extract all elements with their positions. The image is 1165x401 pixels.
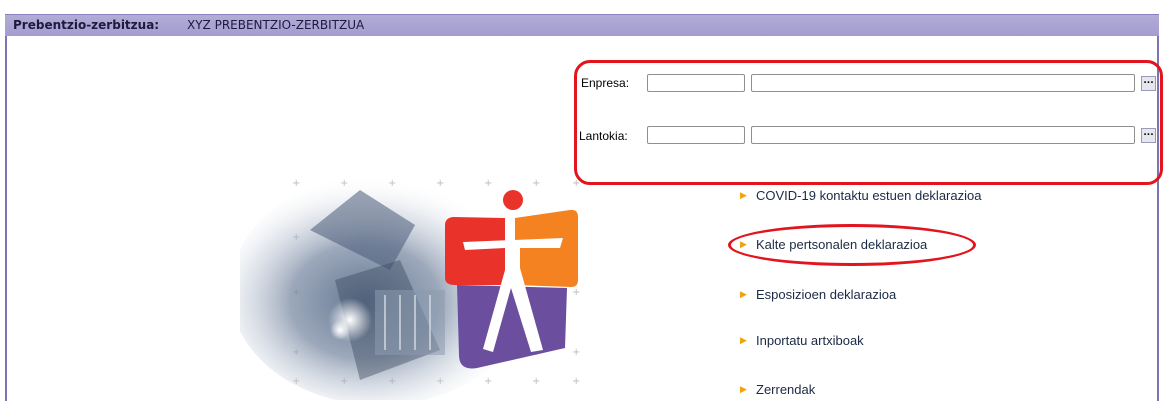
hero-graphic: +++ ++++ ++ ++ +++ +++++++	[240, 175, 580, 400]
svg-text:+: +	[572, 376, 580, 387]
annotation-highlight-box	[574, 60, 1163, 185]
menu-item-label: COVID-19 kontaktu estuen deklarazioa	[756, 187, 982, 203]
svg-text:+: +	[572, 347, 580, 358]
menu-item-covid[interactable]: ▶ COVID-19 kontaktu estuen deklarazioa	[740, 186, 981, 204]
svg-text:+: +	[572, 287, 580, 298]
annotation-highlight-oval	[728, 224, 976, 266]
bullet-arrow-icon: ▶	[740, 189, 747, 200]
menu-item-inportatu[interactable]: ▶ Inportatu artxiboak	[740, 331, 864, 349]
menu-item-esposizioen[interactable]: ▶ Esposizioen deklarazioa	[740, 285, 896, 303]
svg-text:+: +	[484, 178, 492, 189]
svg-text:+: +	[484, 376, 492, 387]
menu-item-label: Inportatu artxiboak	[756, 332, 864, 348]
menu-item-label: Zerrendak	[756, 381, 816, 397]
menu-item-zerrendak[interactable]: ▶ Zerrendak	[740, 380, 815, 398]
svg-text:+: +	[292, 178, 300, 189]
menu-item-label: Esposizioen deklarazioa	[756, 286, 897, 302]
bullet-arrow-icon: ▶	[740, 288, 747, 299]
svg-text:+: +	[572, 178, 580, 189]
svg-text:+: +	[532, 178, 540, 189]
bullet-arrow-icon: ▶	[740, 334, 747, 345]
header-bar: Prebentzio-zerbitzua: XYZ PREBENTZIO-ZER…	[5, 14, 1159, 36]
svg-text:+: +	[532, 376, 540, 387]
header-value: XYZ PREBENTZIO-ZERBITZUA	[187, 18, 365, 32]
bullet-arrow-icon: ▶	[740, 383, 747, 394]
header-label: Prebentzio-zerbitzua:	[13, 18, 160, 32]
